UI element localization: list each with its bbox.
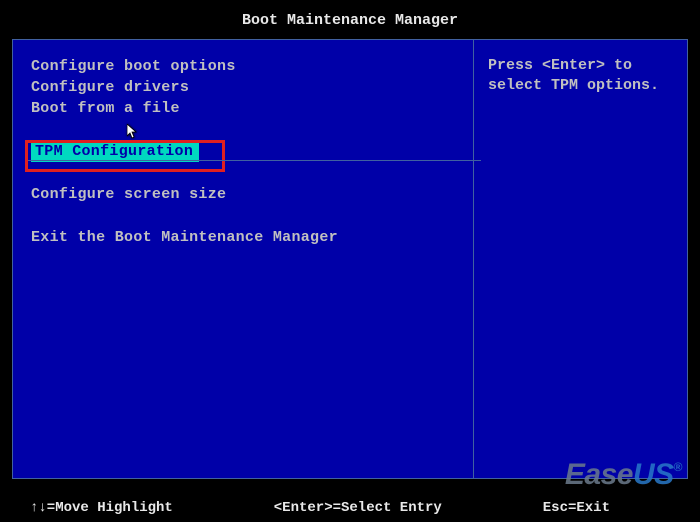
watermark-logo: EaseUS®	[565, 458, 682, 492]
menu-panel: Configure boot options Configure drivers…	[13, 40, 473, 478]
menu-item-configure-screen-size[interactable]: Configure screen size	[31, 184, 473, 205]
menu-item-configure-boot-options[interactable]: Configure boot options	[31, 56, 473, 77]
help-text: Press <Enter> to select TPM options.	[488, 56, 673, 95]
menu-item-exit[interactable]: Exit the Boot Maintenance Manager	[31, 227, 473, 248]
panel-divider	[28, 160, 481, 161]
menu-item-boot-from-file[interactable]: Boot from a file	[31, 98, 473, 119]
menu-item-tpm-configuration[interactable]: TPM Configuration	[31, 141, 199, 162]
main-frame: Configure boot options Configure drivers…	[12, 39, 688, 479]
menu-item-configure-drivers[interactable]: Configure drivers	[31, 77, 473, 98]
hint-exit: Esc=Exit	[543, 500, 610, 516]
footer-hints: ↑↓=Move Highlight <Enter>=Select Entry E…	[0, 500, 700, 516]
help-panel: Press <Enter> to select TPM options.	[473, 40, 687, 478]
hint-select: <Enter>=Select Entry	[274, 500, 442, 516]
hint-move: ↑↓=Move Highlight	[30, 500, 173, 516]
window-title: Boot Maintenance Manager	[0, 0, 700, 39]
